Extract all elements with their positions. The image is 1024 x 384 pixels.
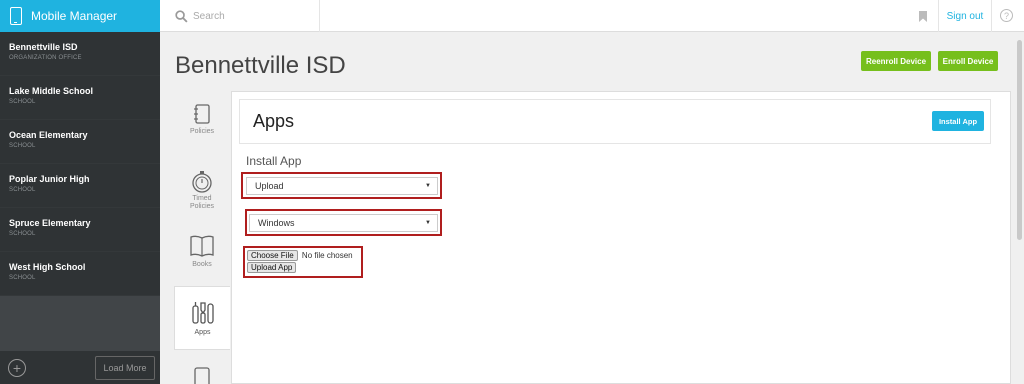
- tab-label: Policies: [189, 128, 215, 135]
- install-app-button[interactable]: Install App: [932, 111, 984, 131]
- sidebar-item-type: SCHOOL: [9, 187, 36, 193]
- tab-policies[interactable]: Policies: [174, 103, 230, 153]
- timer-icon: [192, 171, 212, 193]
- search-input[interactable]: Search: [160, 0, 320, 32]
- load-more-button[interactable]: Load More: [95, 356, 155, 380]
- choose-file-button[interactable]: Choose File: [247, 250, 298, 261]
- scrollbar[interactable]: [1017, 40, 1022, 240]
- sidebar-item-name: Lake Middle School: [9, 86, 94, 96]
- device-icon: [194, 367, 210, 384]
- sidebar-item-type: ORGANIZATION OFFICE: [9, 55, 82, 61]
- search-placeholder: Search: [193, 10, 225, 22]
- enroll-device-button[interactable]: Enroll Device: [938, 51, 998, 71]
- panel-header: Apps: [239, 99, 991, 144]
- sidebar-item-west-high-school[interactable]: West High School SCHOOL: [0, 252, 160, 296]
- sidebar-item-bennettville-isd[interactable]: Bennettville ISD ORGANIZATION OFFICE: [0, 32, 160, 76]
- sidebar-item-type: SCHOOL: [9, 143, 36, 149]
- sidebar: Bennettville ISD ORGANIZATION OFFICE Lak…: [0, 32, 160, 384]
- tab-apps[interactable]: Apps: [174, 286, 230, 350]
- sidebar-item-name: Spruce Elementary: [9, 218, 91, 228]
- sidebar-footer: + Load More: [0, 351, 160, 384]
- upload-app-button[interactable]: Upload App: [247, 262, 297, 273]
- sidebar-item-name: Ocean Elementary: [9, 130, 88, 140]
- page-title: Bennettville ISD: [175, 52, 346, 79]
- no-file-text: No file chosen: [301, 251, 353, 260]
- chevron-down-icon: ▼: [425, 183, 431, 189]
- chevron-down-icon: ▼: [425, 220, 431, 226]
- add-icon[interactable]: +: [8, 359, 26, 377]
- section-heading: Install App: [246, 154, 302, 168]
- sidebar-item-name: West High School: [9, 262, 86, 272]
- top-bar: Mobile Manager Search Sign out ?: [0, 0, 1024, 32]
- app-brand[interactable]: Mobile Manager: [0, 0, 160, 32]
- book-icon: [190, 235, 214, 257]
- sidebar-item-lake-middle-school[interactable]: Lake Middle School SCHOOL: [0, 76, 160, 120]
- select-value: Upload: [255, 181, 284, 191]
- apps-icon: [191, 302, 214, 324]
- app-title: Mobile Manager: [31, 9, 118, 23]
- reenroll-device-button[interactable]: Reenroll Device: [861, 51, 931, 71]
- panel-title: Apps: [253, 111, 295, 131]
- bookmark-icon[interactable]: [911, 0, 935, 32]
- tab-label: Books: [192, 261, 212, 268]
- platform-select[interactable]: Windows ▼: [249, 214, 438, 232]
- sign-out-link[interactable]: Sign out: [938, 0, 992, 32]
- search-icon: [175, 9, 188, 23]
- sidebar-item-type: SCHOOL: [9, 231, 36, 237]
- file-upload-group: Choose File No file chosen Upload App: [247, 250, 353, 273]
- sidebar-item-type: SCHOOL: [9, 275, 36, 281]
- sidebar-item-type: SCHOOL: [9, 99, 36, 105]
- tab-books[interactable]: Books: [174, 234, 230, 279]
- tab-timed-policies[interactable]: Timed Policies: [174, 170, 230, 220]
- tab-label: Timed Policies: [189, 195, 215, 210]
- sidebar-item-ocean-elementary[interactable]: Ocean Elementary SCHOOL: [0, 120, 160, 164]
- mobile-device-icon: [10, 7, 22, 25]
- notebook-icon: [194, 104, 210, 124]
- select-value: Windows: [258, 218, 295, 228]
- help-icon[interactable]: ?: [1000, 9, 1013, 22]
- upload-method-select[interactable]: Upload ▼: [246, 177, 438, 195]
- sidebar-item-name: Poplar Junior High: [9, 174, 90, 184]
- tab-label: Apps: [194, 329, 211, 336]
- sidebar-item-name: Bennettville ISD: [9, 42, 78, 52]
- sidebar-item-poplar-junior-high[interactable]: Poplar Junior High SCHOOL: [0, 164, 160, 208]
- tab-more[interactable]: [174, 366, 230, 384]
- sidebar-item-spruce-elementary[interactable]: Spruce Elementary SCHOOL: [0, 208, 160, 252]
